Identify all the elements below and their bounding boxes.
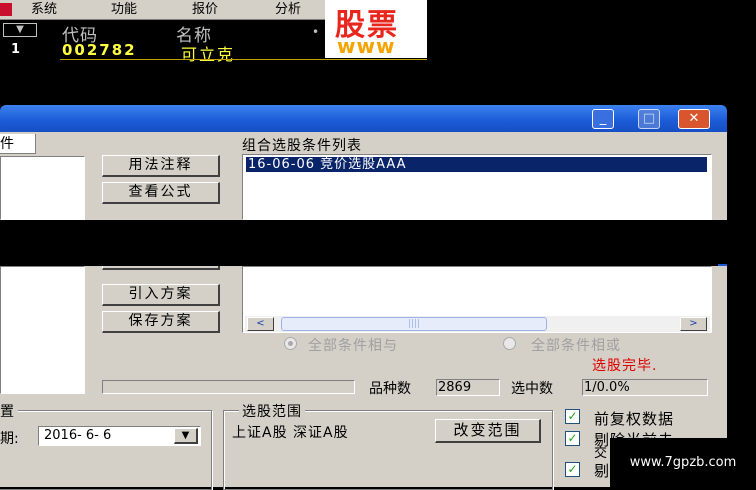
checkbox-exclude-other[interactable]: ✓ (565, 462, 580, 477)
menu-analysis[interactable]: 分析 (275, 2, 301, 18)
ad-banner[interactable]: 股票 www (325, 0, 427, 58)
column-marker: • (312, 25, 321, 39)
radio-and[interactable] (284, 337, 297, 350)
row-name[interactable]: 可立克 (181, 41, 235, 65)
menu-quote[interactable]: 报价 (192, 2, 218, 18)
radio-and-label[interactable]: 全部条件相与 (308, 335, 398, 355)
checkbox-exclude-untraded[interactable]: ✓ (565, 431, 580, 446)
menu-function[interactable]: 功能 (111, 2, 137, 18)
row-selection-line (60, 59, 427, 60)
count-label: 品种数 (369, 381, 411, 397)
formula-tree-lower[interactable] (0, 266, 85, 394)
date-label: 期: (0, 431, 19, 447)
date-picker[interactable]: 2016- 6- 6 ▼ (38, 426, 201, 446)
minimize-button[interactable]: _ (592, 109, 614, 129)
condition-list-lower[interactable]: < |||| > (242, 266, 712, 333)
change-range-button[interactable]: 改变范围 (435, 419, 541, 443)
column-dropdown-button[interactable]: ▼ (3, 23, 37, 37)
maximize-button[interactable]: □ (638, 109, 660, 129)
menu-bar: 系统 功能 报价 分析 (0, 0, 325, 20)
usage-notes-button[interactable]: 用法注释 (102, 155, 220, 177)
import-plan-button[interactable]: 引入方案 (102, 284, 220, 306)
selected-label: 选中数 (511, 381, 553, 397)
radio-or[interactable] (503, 337, 516, 350)
scroll-thumb[interactable]: |||| (281, 317, 547, 331)
row-index: 1 (11, 42, 21, 57)
condition-tab[interactable]: 件 (0, 134, 36, 154)
progress-bar (102, 380, 355, 394)
count-value: 2869 (436, 379, 500, 396)
horizontal-scrollbar[interactable]: < |||| > (245, 316, 710, 332)
banner-www: www (337, 34, 396, 58)
condition-list[interactable]: 16-06-06 竞价选股AAA (242, 154, 712, 220)
period-group-title: 置 (0, 401, 18, 421)
view-formula-button[interactable]: 查看公式 (102, 182, 220, 204)
condition-list-title: 组合选股条件列表 (242, 138, 362, 154)
row-code[interactable]: 002782 (62, 41, 137, 59)
checkbox-exclude-untraded-label2: 交 (594, 446, 608, 461)
site-watermark: www.7gpzb.com (610, 438, 756, 487)
menu-system[interactable]: 系统 (31, 2, 57, 18)
range-markets: 上证A股 深证A股 (232, 425, 349, 441)
scroll-right-button[interactable]: > (680, 317, 707, 331)
save-plan-button[interactable]: 保存方案 (102, 311, 220, 333)
dialog-titlebar[interactable]: _ □ ✕ (0, 105, 727, 132)
checkbox-adjusted-data-label[interactable]: 前复权数据 (594, 408, 674, 429)
dialog-body-top: 件 用法注释 查看公式 组合选股条件列表 16-06-06 竞价选股AAA (0, 132, 727, 352)
period-group (0, 410, 212, 490)
status-message: 选股完毕. (592, 358, 658, 374)
hidden-button-edge (102, 266, 220, 270)
formula-tree[interactable] (0, 156, 85, 220)
checkbox-adjusted-data[interactable]: ✓ (565, 409, 580, 424)
checkbox-exclude-other-label[interactable]: 剔 (594, 460, 609, 481)
close-button[interactable]: ✕ (678, 109, 710, 129)
scroll-left-button[interactable]: < (247, 317, 274, 331)
selected-value: 1/0.0% (582, 379, 708, 396)
radio-and-dot (288, 341, 293, 346)
range-group-title: 选股范围 (239, 401, 305, 421)
date-dropdown-button[interactable]: ▼ (174, 428, 198, 444)
date-value: 2016- 6- 6 (44, 428, 112, 443)
condition-list-item[interactable]: 16-06-06 竞价选股AAA (246, 157, 707, 172)
radio-or-label[interactable]: 全部条件相或 (531, 335, 621, 355)
app-icon[interactable] (0, 3, 12, 16)
